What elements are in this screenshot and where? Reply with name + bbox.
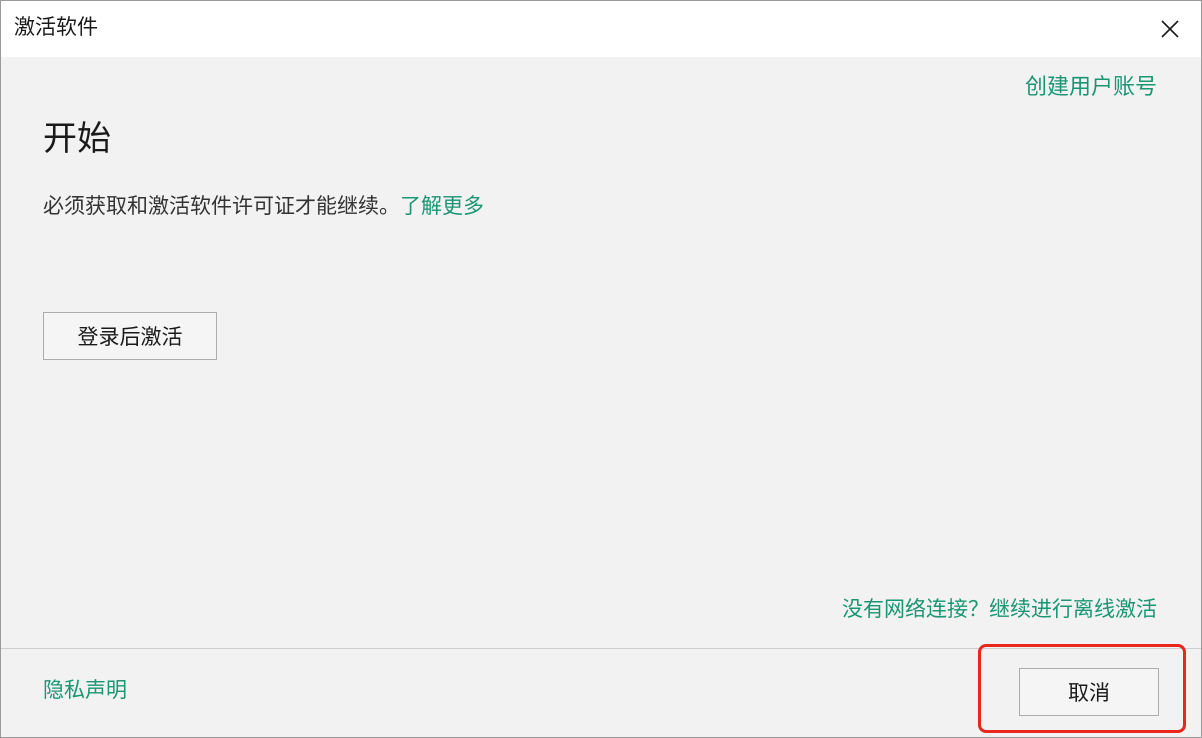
page-title: 开始 bbox=[43, 119, 111, 159]
learn-more-link[interactable]: 了解更多 bbox=[400, 194, 484, 218]
offline-activation-link[interactable]: 没有网络连接？继续进行离线激活 bbox=[842, 594, 1157, 624]
login-activate-button[interactable]: 登录后激活 bbox=[43, 312, 217, 360]
cancel-button[interactable]: 取消 bbox=[1019, 668, 1159, 716]
create-account-link[interactable]: 创建用户账号 bbox=[1025, 73, 1157, 103]
privacy-statement-link[interactable]: 隐私声明 bbox=[43, 675, 127, 705]
close-icon bbox=[1161, 20, 1179, 38]
close-button[interactable] bbox=[1137, 1, 1201, 57]
activation-dialog: 激活软件 创建用户账号 开始 必须获取和激活软件许可证才能继续。了解更多 登录后… bbox=[0, 0, 1202, 738]
footer-divider bbox=[1, 648, 1201, 649]
window-title: 激活软件 bbox=[14, 15, 98, 39]
title-bar: 激活软件 bbox=[1, 1, 1201, 57]
license-description: 必须获取和激活软件许可证才能继续。了解更多 bbox=[43, 190, 484, 222]
license-description-text: 必须获取和激活软件许可证才能继续。 bbox=[43, 194, 400, 218]
